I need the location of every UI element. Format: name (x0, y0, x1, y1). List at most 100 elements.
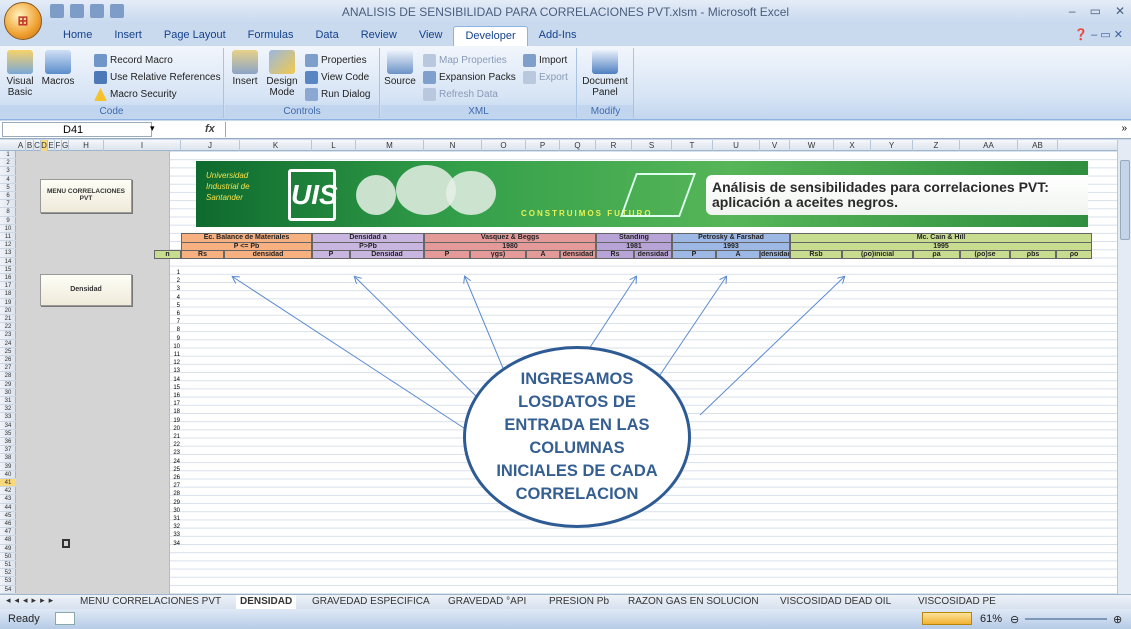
zoom-level[interactable]: 61% (980, 613, 1002, 625)
macros-button[interactable]: Macros (42, 50, 74, 87)
column-header-a[interactable]: A (16, 140, 26, 151)
tab-add-ins[interactable]: Add-Ins (528, 26, 588, 46)
menu-correlaciones-button[interactable]: MENU CORRELACIONES PVT (40, 179, 132, 213)
zoom-in-icon[interactable]: ⊕ (1113, 613, 1122, 626)
column-header-p[interactable]: P (526, 140, 560, 151)
row-header[interactable]: 30 (0, 389, 16, 397)
row-header[interactable]: 2 (0, 159, 16, 168)
column-header-d[interactable]: D (41, 140, 48, 151)
row-header[interactable]: 15 (0, 266, 16, 274)
tab-view[interactable]: View (408, 26, 454, 46)
row-header[interactable]: 40 (0, 471, 16, 479)
office-button[interactable]: ⊞ (4, 2, 42, 40)
row-header[interactable]: 20 (0, 307, 16, 315)
row-header[interactable]: 31 (0, 397, 16, 406)
column-header-y[interactable]: Y (871, 140, 913, 151)
row-header[interactable]: 37 (0, 446, 16, 455)
column-header-m[interactable]: M (356, 140, 424, 151)
source-button[interactable]: Source (383, 50, 417, 87)
tab-home[interactable]: Home (52, 26, 103, 46)
row-header[interactable]: 42 (0, 487, 16, 496)
row-header[interactable]: 49 (0, 545, 16, 553)
column-header-x[interactable]: X (834, 140, 871, 151)
row-header[interactable]: 46 (0, 520, 16, 529)
document-panel-button[interactable]: Document Panel (582, 50, 628, 98)
sheet-tab-presion-pb[interactable]: PRESION Pb (549, 595, 609, 609)
row-header[interactable]: 29 (0, 381, 16, 389)
column-header-l[interactable]: L (312, 140, 356, 151)
row-header[interactable]: 36 (0, 438, 16, 447)
design-mode-button[interactable]: Design Mode (265, 50, 299, 98)
column-header-i[interactable]: I (104, 140, 181, 151)
row-header[interactable]: 8 (0, 208, 16, 217)
tab-developer[interactable]: Developer (453, 26, 528, 46)
sheet-tab-densidad[interactable]: DENSIDAD (236, 595, 297, 609)
column-header-w[interactable]: W (790, 140, 834, 151)
column-header-b[interactable]: B (26, 140, 34, 151)
sheet-nav-arrows[interactable]: ◂◂◂▸▸▸ (6, 595, 57, 606)
densidad-button[interactable]: Densidad (40, 274, 132, 306)
expand-formula-icon[interactable]: » (1121, 123, 1127, 134)
map-properties-button[interactable]: Map Properties (423, 52, 516, 69)
row-header[interactable]: 45 (0, 512, 16, 520)
column-header-r[interactable]: R (596, 140, 632, 151)
row-header[interactable]: 27 (0, 364, 16, 373)
column-header-j[interactable]: J (181, 140, 240, 151)
row-header[interactable]: 5 (0, 184, 16, 192)
tab-insert[interactable]: Insert (103, 26, 153, 46)
minimize-icon[interactable]: – (1069, 4, 1076, 18)
row-header[interactable]: 9 (0, 217, 16, 225)
zoom-slider[interactable] (1025, 618, 1107, 620)
view-code-button[interactable]: View Code (305, 69, 370, 86)
tab-review[interactable]: Review (350, 26, 408, 46)
row-header[interactable]: 12 (0, 241, 16, 250)
sheet-tab-gravedad-especifica[interactable]: GRAVEDAD ESPECIFICA (312, 595, 430, 609)
zoom-out-icon[interactable]: ⊖ (1010, 613, 1019, 626)
row-header[interactable]: 24 (0, 340, 16, 348)
run-dialog-button[interactable]: Run Dialog (305, 86, 370, 103)
row-header[interactable]: 51 (0, 561, 16, 570)
row-header[interactable]: 17 (0, 282, 16, 291)
row-header[interactable]: 26 (0, 356, 16, 365)
row-header[interactable]: 3 (0, 167, 16, 176)
column-header-u[interactable]: U (713, 140, 760, 151)
sheet-tab-razon-gas-en-solucion[interactable]: RAZON GAS EN SOLUCION (628, 595, 759, 609)
export-button[interactable]: Export (523, 69, 568, 86)
column-header-o[interactable]: O (482, 140, 526, 151)
row-header[interactable]: 28 (0, 372, 16, 381)
column-header-q[interactable]: Q (560, 140, 596, 151)
scrollbar-thumb[interactable] (1119, 160, 1130, 240)
column-header-aa[interactable]: AA (960, 140, 1018, 151)
column-header-c[interactable]: C (34, 140, 41, 151)
row-header[interactable]: 11 (0, 233, 16, 242)
row-header[interactable]: 52 (0, 569, 16, 578)
row-header[interactable]: 16 (0, 274, 16, 283)
column-header-g[interactable]: G (62, 140, 69, 151)
macro-record-icon[interactable] (55, 612, 75, 625)
row-header[interactable]: 32 (0, 405, 16, 414)
row-header[interactable]: 34 (0, 422, 16, 430)
row-header[interactable]: 4 (0, 176, 16, 184)
column-header-h[interactable]: H (69, 140, 104, 151)
insert-control-button[interactable]: Insert (229, 50, 261, 87)
visual-basic-button[interactable]: Visual Basic (4, 50, 36, 98)
row-header[interactable]: 19 (0, 299, 16, 307)
row-header[interactable]: 1 (0, 151, 16, 160)
sheet-tab-viscosidad-dead-oil[interactable]: VISCOSIDAD DEAD OIL (780, 595, 891, 609)
row-header[interactable]: 7 (0, 200, 16, 209)
row-header[interactable]: 14 (0, 258, 16, 266)
row-header[interactable]: 47 (0, 528, 16, 537)
row-header[interactable]: 13 (0, 249, 16, 258)
column-header-e[interactable]: E (48, 140, 55, 151)
row-header[interactable]: 43 (0, 495, 16, 504)
row-header[interactable]: 18 (0, 290, 16, 299)
row-header[interactable]: 33 (0, 413, 16, 422)
tab-page-layout[interactable]: Page Layout (153, 26, 237, 46)
refresh-data-button[interactable]: Refresh Data (423, 86, 516, 103)
name-box[interactable]: D41 (2, 122, 152, 137)
function-icon[interactable]: fx (205, 123, 215, 135)
column-header-ab[interactable]: AB (1018, 140, 1058, 151)
vertical-scrollbar[interactable] (1117, 140, 1131, 594)
row-header[interactable]: 22 (0, 323, 16, 332)
sheet-tab-viscosidad-pe[interactable]: VISCOSIDAD PE (918, 595, 996, 609)
